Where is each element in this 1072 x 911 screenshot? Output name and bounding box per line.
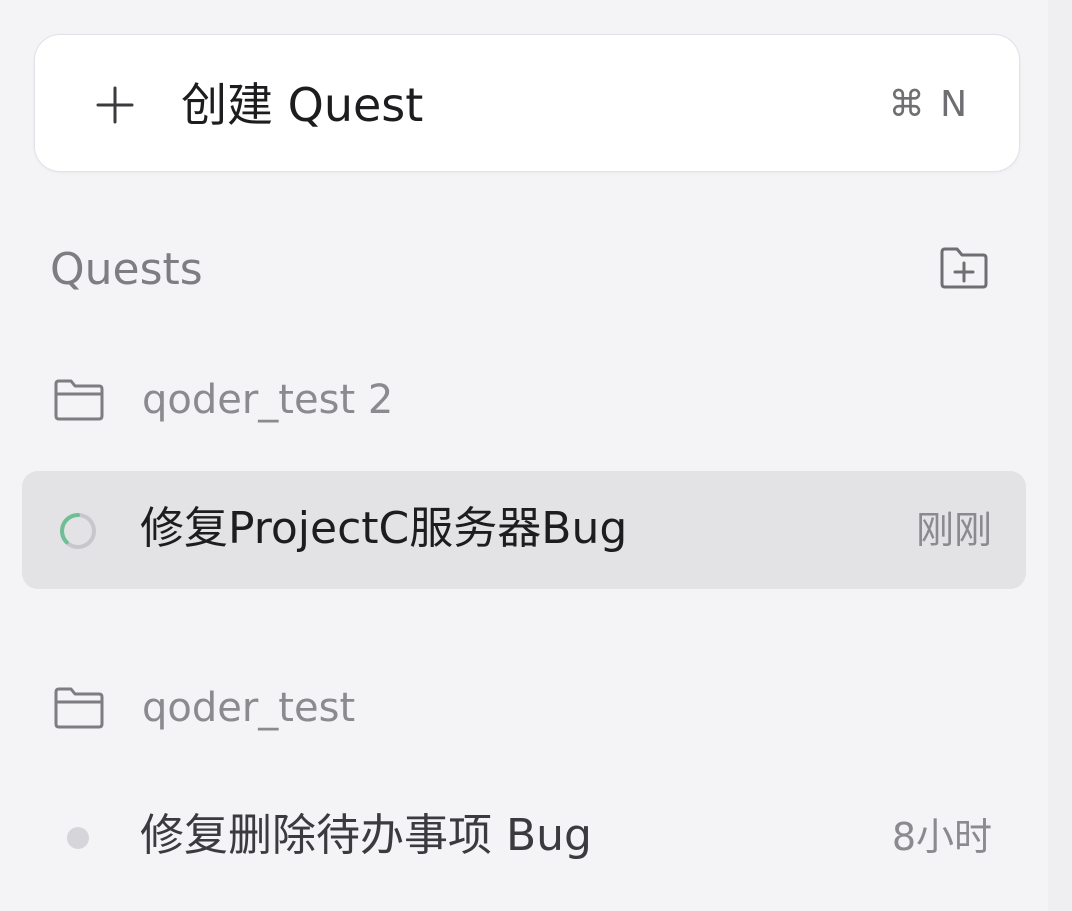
plus-icon (96, 86, 134, 124)
quest-item[interactable]: 修复ProjectC服务器Bug 刚刚 (22, 471, 1026, 589)
idle-dot-icon (67, 827, 89, 849)
folder-icon (54, 379, 104, 421)
shortcut-hint: ⌘ N (888, 84, 969, 125)
quest-item[interactable]: 修复删除待办事项 Bug 8小时 (22, 778, 1026, 896)
sidebar-edge (1048, 0, 1072, 911)
quest-title: 修复删除待办事项 Bug (140, 810, 592, 861)
quest-title: 修复ProjectC服务器Bug (140, 503, 628, 554)
folder-plus-icon[interactable] (938, 244, 990, 292)
folder-icon (54, 687, 104, 729)
spinner-icon (60, 513, 96, 549)
quest-group[interactable]: qoder_test 2 (52, 370, 652, 430)
group-label: qoder_test 2 (142, 377, 394, 423)
quests-section-title: Quests (50, 244, 203, 295)
group-label: qoder_test (142, 685, 356, 731)
quest-group[interactable]: qoder_test (52, 678, 652, 738)
quest-timestamp: 8小时 (891, 815, 992, 859)
quest-sidebar: 创建 Quest ⌘ N Quests qoder_test 2 修复Proje… (0, 0, 1048, 911)
create-quest-label: 创建 Quest (181, 78, 424, 132)
quest-timestamp: 刚刚 (915, 508, 992, 552)
create-quest-button[interactable]: 创建 Quest ⌘ N (34, 34, 1020, 172)
